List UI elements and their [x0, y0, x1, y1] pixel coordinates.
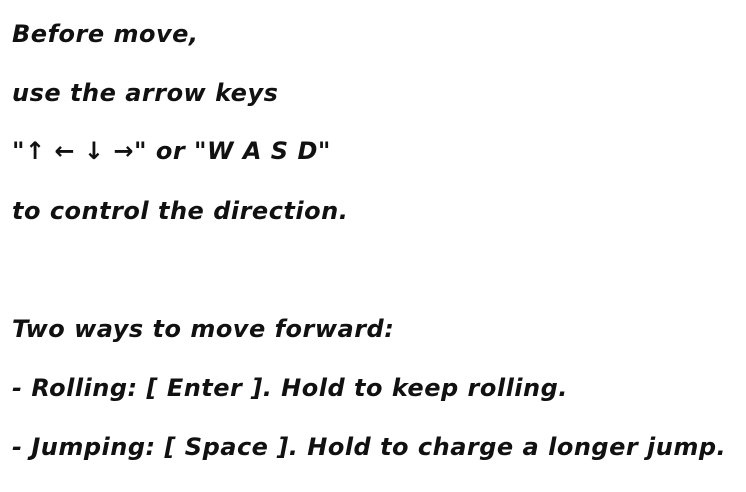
- instructions-panel: Before move, use the arrow keys "↑ ← ↓ →…: [12, 0, 742, 492]
- rolling-instruction: - Rolling: [ Enter ]. Hold to keep rolli…: [12, 374, 568, 402]
- direction-control-text: to control the direction.: [12, 197, 349, 225]
- arrow-keys-text: use the arrow keys: [12, 79, 279, 107]
- movement-heading: Two ways to move forward:: [12, 315, 395, 343]
- jumping-instruction: - Jumping: [ Space ]. Hold to charge a l…: [12, 433, 727, 461]
- direction-intro-text: Before move,: [12, 20, 199, 48]
- key-list-text: "↑ ← ↓ →" or "W A S D": [12, 137, 331, 165]
